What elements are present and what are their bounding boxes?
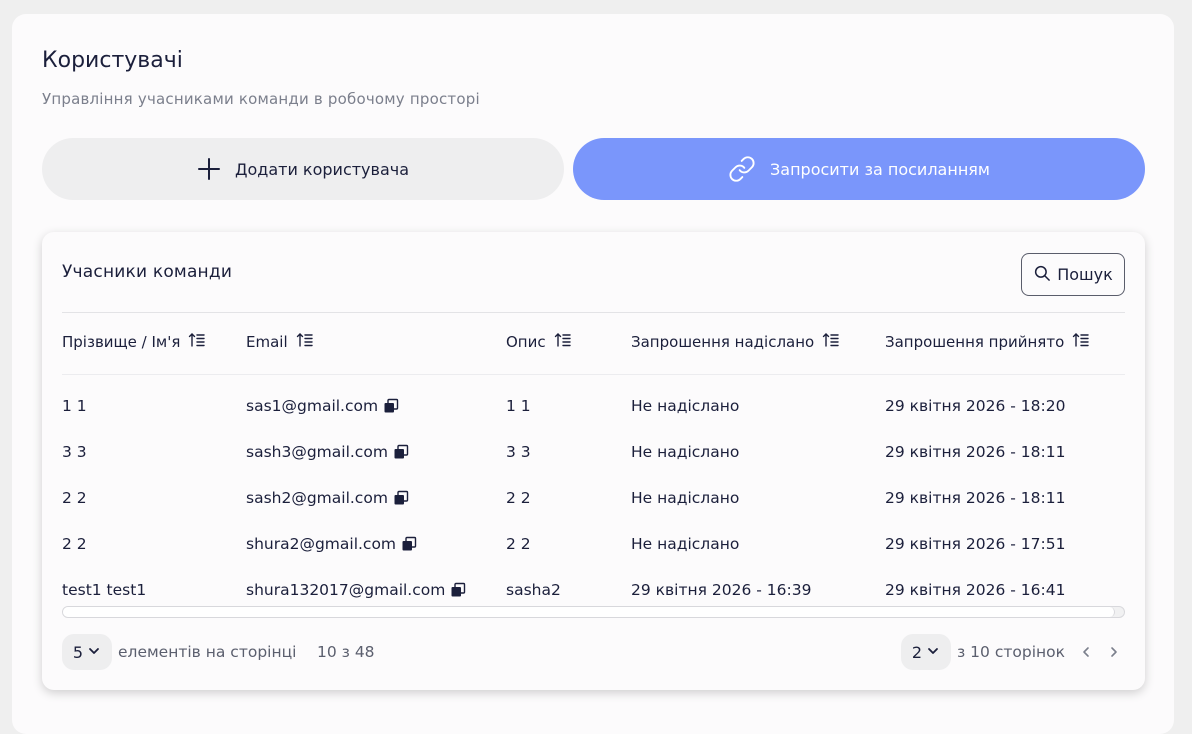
table-row: 1 1 sas1@gmail.com 1 1 Не надіслано 29 к… (42, 397, 1145, 427)
add-user-button-label: Додати користувача (234, 159, 410, 179)
cell-name: 3 3 (62, 443, 87, 461)
cell-name: 2 2 (62, 489, 87, 507)
copy-icon[interactable] (401, 536, 417, 552)
team-members-card: Учасники команди Пошук Прізвище / Ім'я E… (42, 232, 1145, 690)
cell-name: test1 test1 (62, 581, 147, 599)
cell-invite-accepted: 29 квітня 2026 - 18:20 (885, 397, 1066, 415)
chevron-down-icon (926, 643, 940, 662)
cell-invite-sent: Не надіслано (631, 489, 740, 507)
column-header-email[interactable]: Email (246, 332, 314, 352)
copy-icon[interactable] (393, 490, 409, 506)
add-user-button[interactable]: Додати користувача (42, 138, 564, 200)
scrollbar-thumb[interactable] (63, 607, 1115, 617)
copy-icon[interactable] (383, 398, 399, 414)
cell-description: 1 1 (506, 397, 531, 415)
sort-ascending-icon[interactable] (296, 332, 314, 352)
cell-invite-sent: Не надіслано (631, 443, 740, 461)
column-header-invite-accepted[interactable]: Запрошення прийнято (885, 332, 1090, 352)
cell-email: shura132017@gmail.com (246, 581, 466, 599)
plus-icon (197, 157, 221, 181)
cell-email: shura2@gmail.com (246, 535, 417, 553)
page-size-label: елементів на сторінці (118, 643, 297, 661)
invite-by-link-button-label: Запросити за посиланням (770, 159, 990, 179)
column-header-description[interactable]: Опис (506, 332, 572, 352)
cell-email: sash3@gmail.com (246, 443, 409, 461)
table-header: Прізвище / Ім'я Email Опис Запрошення на… (42, 332, 1145, 360)
chevron-left-icon[interactable] (1078, 644, 1094, 660)
pagination: 5 елементів на сторінці 10 з 48 2 з 10 с… (42, 634, 1145, 670)
card-divider (62, 312, 1125, 313)
copy-icon[interactable] (450, 582, 466, 598)
cell-email: sash2@gmail.com (246, 489, 409, 507)
sort-ascending-icon[interactable] (822, 332, 840, 352)
sort-ascending-icon[interactable] (1072, 332, 1090, 352)
items-range: 10 з 48 (317, 643, 375, 661)
cell-invite-sent: Не надіслано (631, 535, 740, 553)
cell-invite-sent: 29 квітня 2026 - 16:39 (631, 581, 812, 599)
current-page-select[interactable]: 2 (901, 634, 951, 670)
page-size-select[interactable]: 5 (62, 634, 112, 670)
copy-icon[interactable] (393, 444, 409, 460)
cell-description: 2 2 (506, 535, 531, 553)
table-header-divider (62, 374, 1125, 375)
cell-invite-accepted: 29 квітня 2026 - 18:11 (885, 443, 1066, 461)
cell-description: 3 3 (506, 443, 531, 461)
invite-by-link-button[interactable]: Запросити за посиланням (573, 138, 1145, 200)
table-row: 3 3 sash3@gmail.com 3 3 Не надіслано 29 … (42, 443, 1145, 473)
cell-invite-accepted: 29 квітня 2026 - 17:51 (885, 535, 1066, 553)
column-header-invite-sent[interactable]: Запрошення надіслано (631, 332, 840, 352)
search-icon (1033, 264, 1051, 286)
card-title: Учасники команди (62, 262, 233, 282)
chevron-right-icon[interactable] (1106, 644, 1122, 660)
users-panel: Користувачі Управління учасниками команд… (12, 14, 1174, 734)
cell-invite-accepted: 29 квітня 2026 - 18:11 (885, 489, 1066, 507)
cell-invite-sent: Не надіслано (631, 397, 740, 415)
chevron-down-icon (87, 643, 101, 662)
table-row: 2 2 shura2@gmail.com 2 2 Не надіслано 29… (42, 535, 1145, 565)
sort-ascending-icon[interactable] (188, 332, 206, 352)
cell-name: 1 1 (62, 397, 87, 415)
cell-description: sasha2 (506, 581, 561, 599)
search-button-label: Пошук (1057, 265, 1113, 284)
cell-name: 2 2 (62, 535, 87, 553)
sort-ascending-icon[interactable] (554, 332, 572, 352)
horizontal-scrollbar[interactable] (62, 606, 1125, 618)
table-row: 2 2 sash2@gmail.com 2 2 Не надіслано 29 … (42, 489, 1145, 519)
cell-email: sas1@gmail.com (246, 397, 399, 415)
total-pages-label: з 10 сторінок (957, 643, 1065, 661)
link-icon (728, 155, 756, 183)
cell-invite-accepted: 29 квітня 2026 - 16:41 (885, 581, 1066, 599)
page-title: Користувачі (42, 48, 183, 73)
search-button[interactable]: Пошук (1021, 253, 1125, 296)
column-header-name[interactable]: Прізвище / Ім'я (62, 332, 206, 352)
cell-description: 2 2 (506, 489, 531, 507)
page-subtitle: Управління учасниками команди в робочому… (42, 90, 480, 108)
